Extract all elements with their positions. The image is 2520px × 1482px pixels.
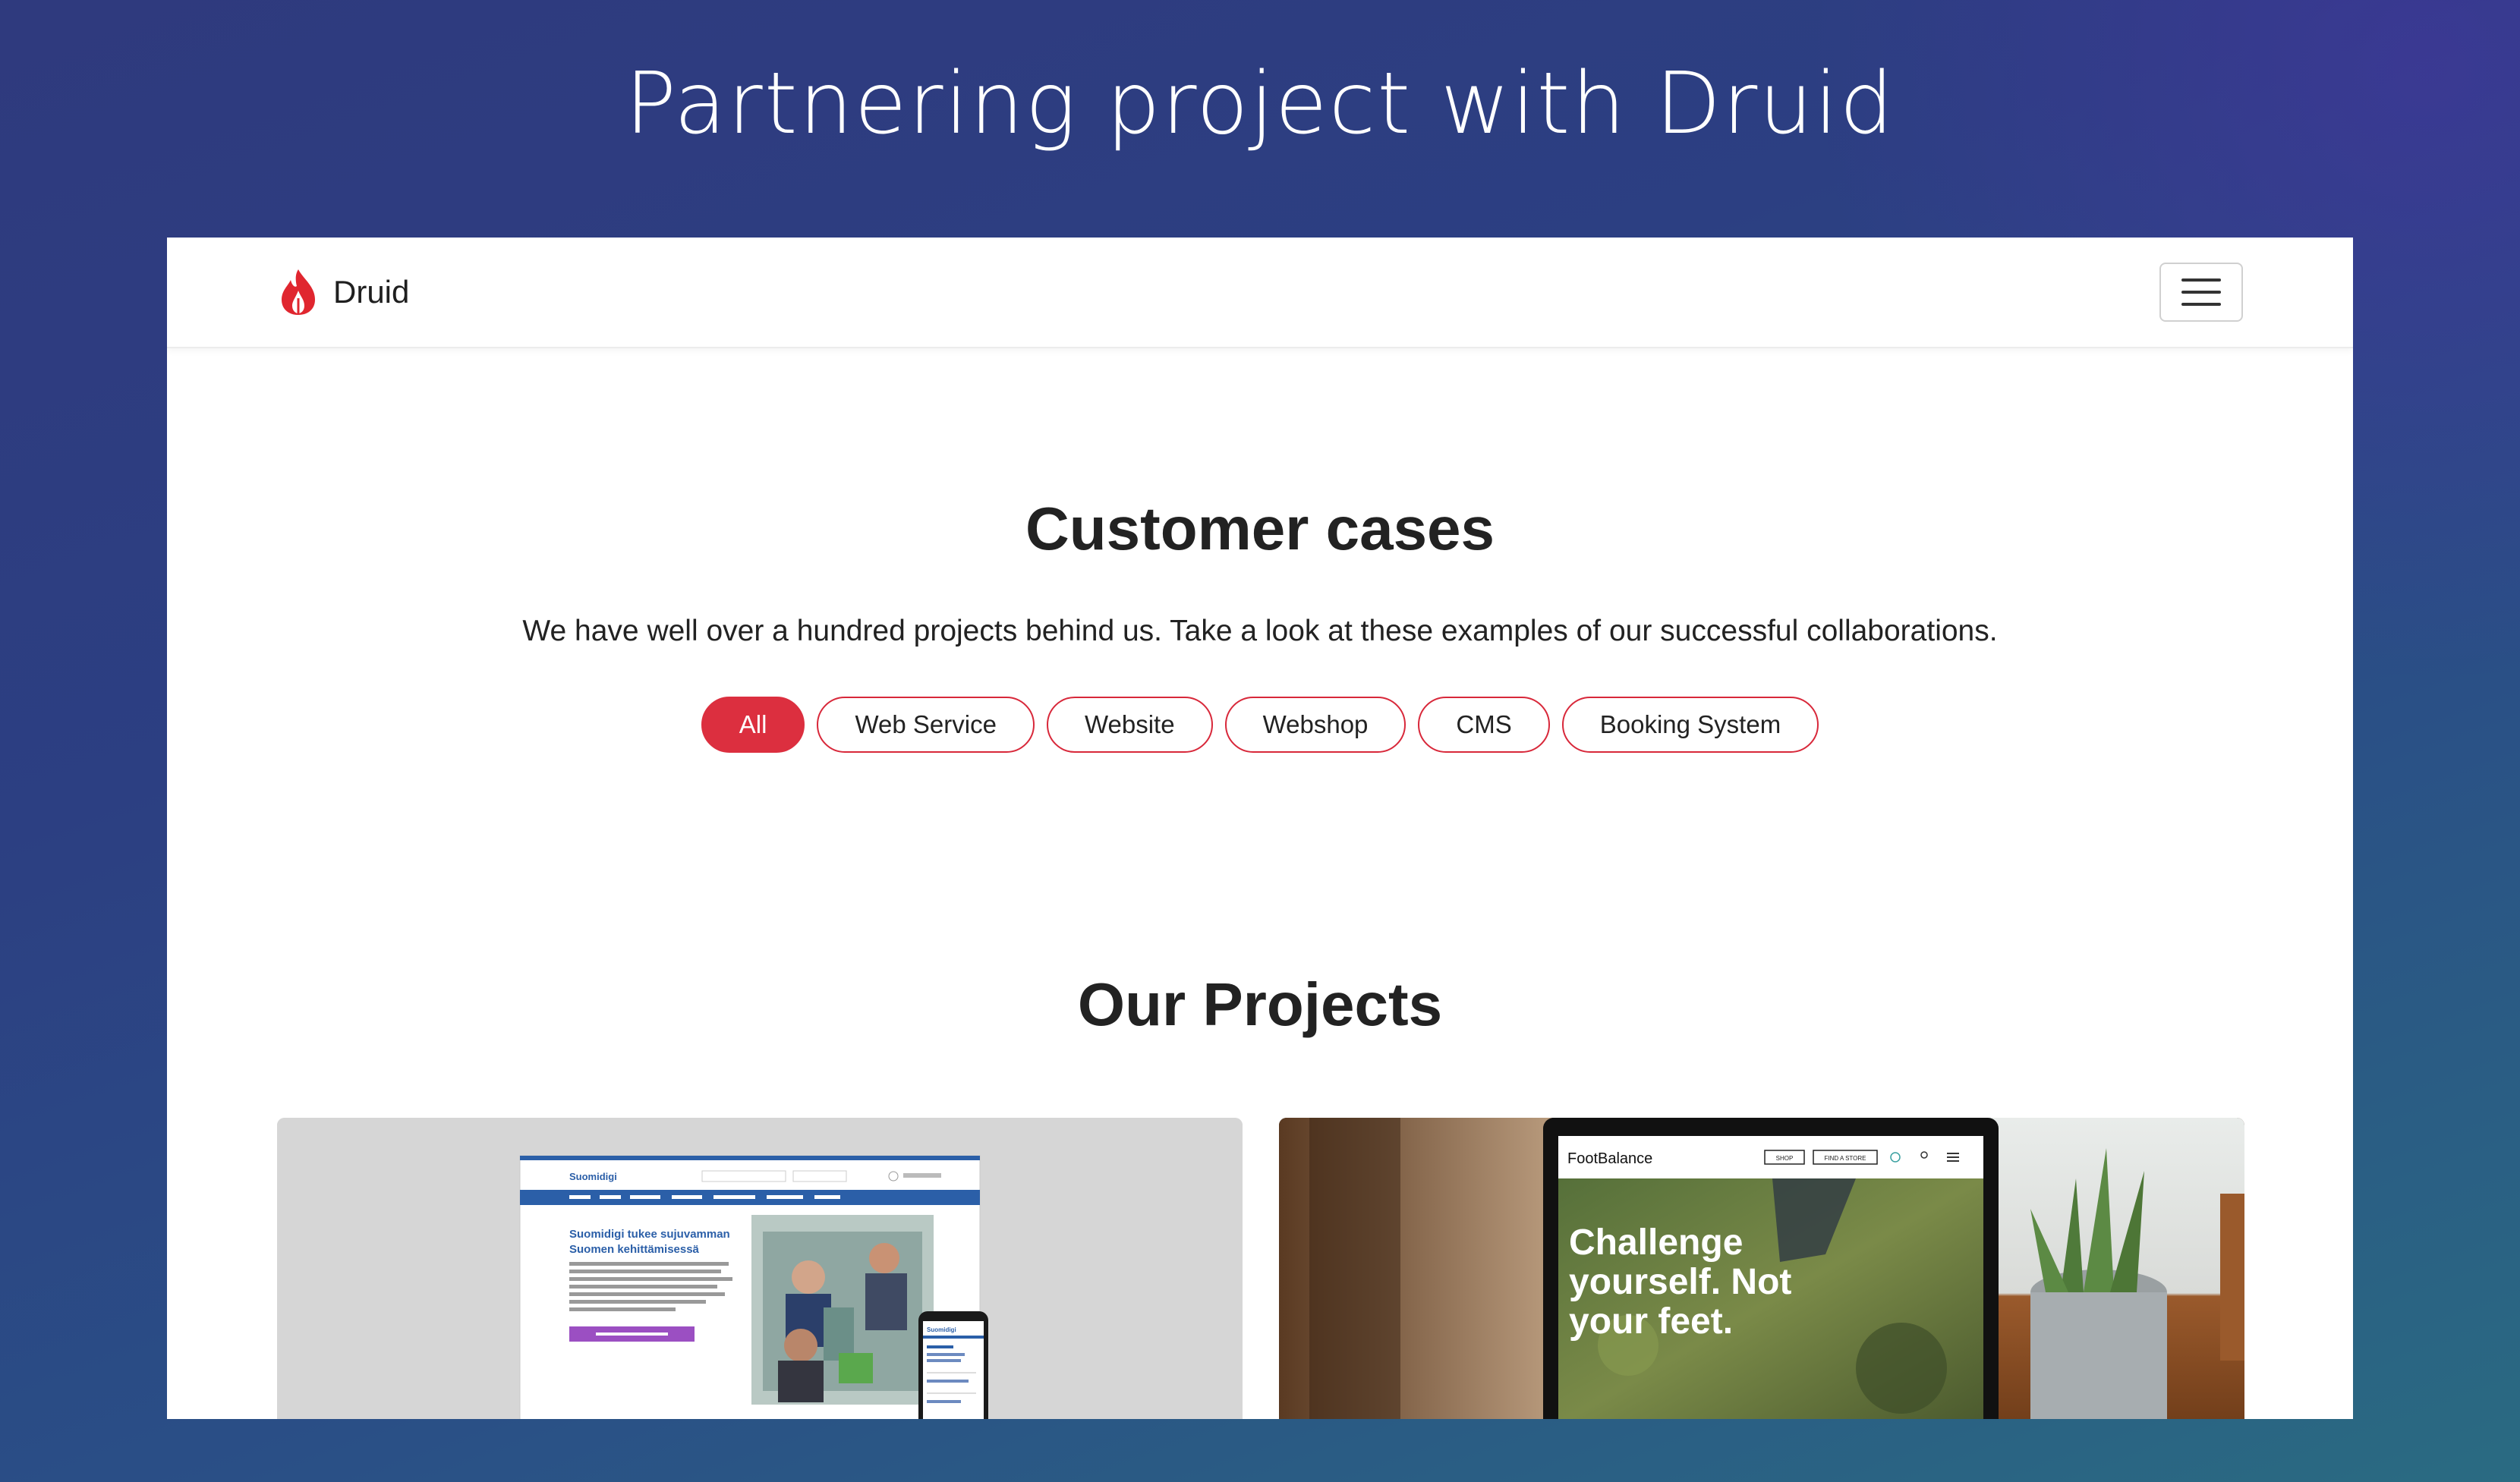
footbalance-hero-text: Challenge [1569,1222,1743,1263]
svg-text:yourself. Not: yourself. Not [1569,1262,1791,1302]
footbalance-shop-button: SHOP [1776,1155,1794,1162]
svg-text:Suomidigi tukee sujuvamman: Suomidigi tukee sujuvamman [569,1228,730,1241]
filter-webshop[interactable]: Webshop [1224,697,1406,753]
footbalance-site-logo: FootBalance [1567,1150,1652,1167]
suomidigi-preview-image: Suomidigi Suomidigi tukee sujuvamman Suo… [277,1118,1243,1419]
customer-cases-subtitle: We have well over a hundred projects beh… [522,615,1998,647]
website-screenshot-frame: Druid Customer cases We have well over a… [167,238,2353,1419]
footbalance-preview-image: FootBalance SHOP FIND A STORE Challenge … [1279,1118,2244,1419]
navbar: Druid [167,238,2353,348]
project-card-footbalance[interactable]: FootBalance SHOP FIND A STORE Challenge … [1279,1118,2244,1419]
suomidigi-site-logo: Suomidigi [569,1171,617,1182]
svg-text:Suomen kehittämisessä: Suomen kehittämisessä [569,1243,700,1256]
filter-booking-system[interactable]: Booking System [1561,697,1819,753]
our-projects-title: Our Projects [1077,971,1443,1038]
hamburger-icon [2181,278,2221,282]
footbalance-store-button: FIND A STORE [1825,1155,1866,1162]
project-card-suomidigi[interactable]: Suomidigi Suomidigi tukee sujuvamman Suo… [277,1118,1243,1419]
svg-text:your feet.: your feet. [1569,1301,1733,1342]
filter-cms[interactable]: CMS [1418,697,1550,753]
druid-flame-logo-icon [282,269,315,315]
brand-name: Druid [333,274,410,310]
brand-link[interactable]: Druid [277,268,409,316]
menu-toggle-button[interactable] [2159,263,2243,322]
filter-web-service[interactable]: Web Service [817,697,1035,753]
page-headline: Partnering project with Druid [625,55,1895,153]
suomidigi-mobile-logo: Suomidigi [927,1326,956,1333]
customer-cases-title: Customer cases [1025,495,1495,562]
filter-all[interactable]: All [701,697,805,753]
filter-website[interactable]: Website [1046,697,1213,753]
filter-pills: All Web Service Website Webshop CMS Book… [167,697,2353,753]
